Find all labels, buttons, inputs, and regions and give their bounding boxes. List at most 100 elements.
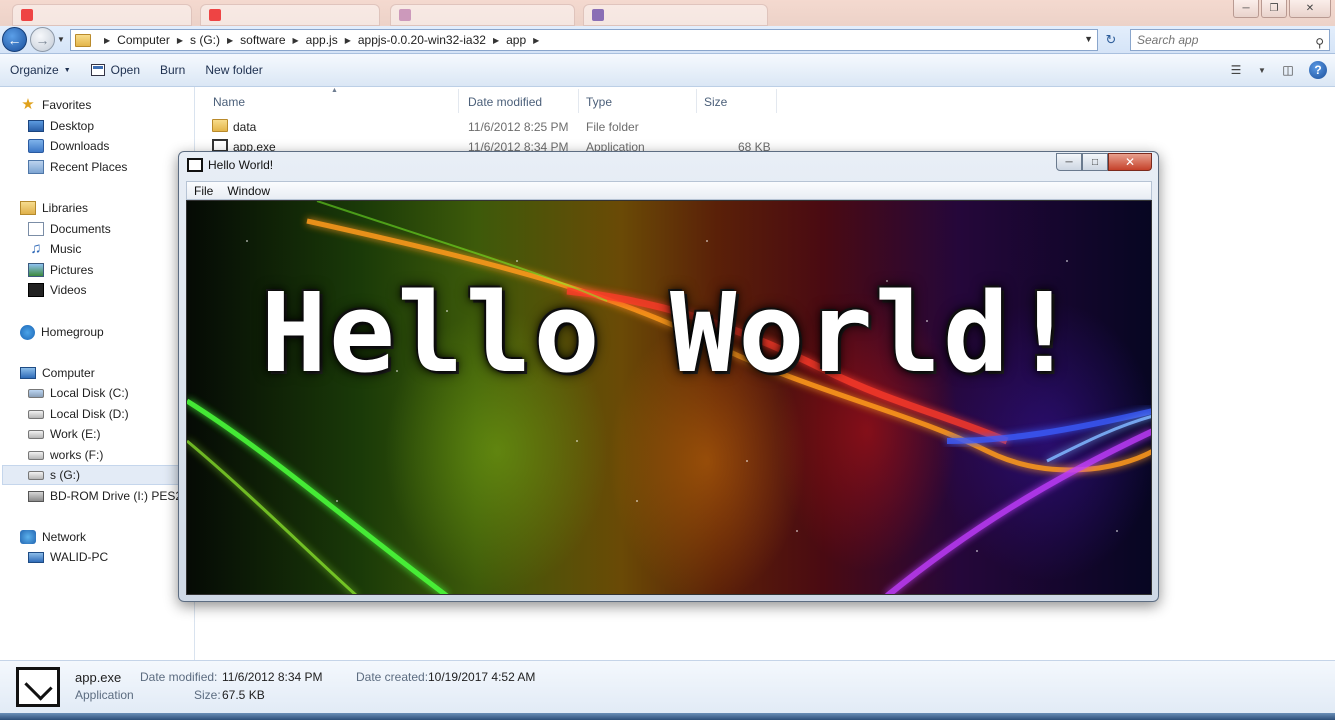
nav-pictures[interactable]: Pictures <box>28 260 93 280</box>
back-button[interactable]: ← <box>2 27 27 52</box>
browser-tab[interactable] <box>12 4 192 26</box>
breadcrumb-computer[interactable]: Computer <box>117 33 170 47</box>
nav-label: s (G:) <box>50 468 80 482</box>
nav-network[interactable]: Network <box>20 527 86 547</box>
chevron-right-icon[interactable]: ▶ <box>227 36 233 45</box>
details-size-value: 67.5 KB <box>222 688 265 702</box>
preview-pane-button[interactable]: ◫ <box>1277 59 1299 81</box>
breadcrumb-software[interactable]: software <box>240 33 285 47</box>
view-dropdown-button[interactable]: ▼ <box>1257 59 1267 81</box>
nav-recent-places[interactable]: Recent Places <box>28 157 127 177</box>
open-button[interactable]: Open <box>81 58 150 82</box>
network-icon <box>20 530 36 544</box>
tab-favicon-icon <box>209 9 221 21</box>
libraries-icon <box>20 201 36 215</box>
minimize-button[interactable]: ─ <box>1056 153 1082 171</box>
documents-icon <box>28 222 44 236</box>
details-date-modified-value: 11/6/2012 8:34 PM <box>222 670 323 684</box>
minimize-button[interactable]: ─ <box>1233 0 1259 18</box>
column-header-name[interactable]: Name <box>213 91 245 113</box>
background-browser-tabstrip: ─ ❐ ✕ <box>0 0 1335 26</box>
tab-favicon-icon <box>21 9 33 21</box>
application-icon <box>90 64 105 76</box>
table-row[interactable]: data 11/6/2012 8:25 PM File folder <box>210 117 780 137</box>
close-button[interactable]: ✕ <box>1108 153 1152 171</box>
column-header-date-modified[interactable]: Date modified <box>468 91 542 113</box>
menu-window[interactable]: Window <box>220 184 277 198</box>
nav-homegroup[interactable]: Homegroup <box>20 322 104 342</box>
nav-drive-d[interactable]: Local Disk (D:) <box>28 404 129 424</box>
nav-walid-pc[interactable]: WALID-PC <box>28 547 108 567</box>
chevron-right-icon[interactable]: ▶ <box>177 36 183 45</box>
burn-button[interactable]: Burn <box>150 58 195 82</box>
address-breadcrumb[interactable]: ▶ Computer ▶ s (G:) ▶ software ▶ app.js … <box>70 29 1098 51</box>
help-button[interactable]: ? <box>1309 61 1327 79</box>
column-divider[interactable] <box>458 89 459 113</box>
browser-tab[interactable] <box>200 4 380 26</box>
nav-label: WALID-PC <box>50 550 109 564</box>
details-date-created-value: 10/19/2017 4:52 AM <box>428 670 536 684</box>
nav-label: Recent Places <box>50 160 128 174</box>
chevron-right-icon[interactable]: ▶ <box>493 36 499 45</box>
nav-downloads[interactable]: Downloads <box>28 136 109 156</box>
nav-drive-c[interactable]: Local Disk (C:) <box>28 383 129 403</box>
view-options-button[interactable]: ☰ <box>1225 59 1247 81</box>
column-divider[interactable] <box>776 89 777 113</box>
chevron-right-icon[interactable]: ▶ <box>293 36 299 45</box>
maximize-button[interactable]: ❐ <box>1261 0 1287 18</box>
nav-computer[interactable]: Computer <box>20 363 95 383</box>
nav-drive-g[interactable]: s (G:) <box>28 465 80 485</box>
nav-label: Documents <box>50 222 111 236</box>
browser-tab[interactable] <box>583 4 768 26</box>
folder-icon <box>75 33 91 47</box>
refresh-button[interactable]: ↻ <box>1101 30 1121 50</box>
nav-desktop[interactable]: Desktop <box>28 116 94 136</box>
maximize-button[interactable]: □ <box>1082 153 1108 171</box>
nav-libraries[interactable]: Libraries <box>20 198 88 218</box>
forward-button[interactable]: → <box>30 27 55 52</box>
details-pane: app.exe Application Date modified: 11/6/… <box>0 660 1335 720</box>
nav-videos[interactable]: Videos <box>28 280 86 300</box>
breadcrumb-appjs-version[interactable]: appjs-0.0.20-win32-ia32 <box>358 33 486 47</box>
chevron-down-icon: ▼ <box>1258 65 1266 75</box>
computer-icon <box>20 367 36 379</box>
close-button[interactable]: ✕ <box>1289 0 1331 18</box>
column-divider[interactable] <box>578 89 579 113</box>
nav-drive-i[interactable]: BD-ROM Drive (I:) PES201 <box>28 486 195 506</box>
recent-pages-dropdown-icon[interactable]: ▼ <box>57 35 65 44</box>
menu-file[interactable]: File <box>187 184 220 198</box>
nav-drive-f[interactable]: works (F:) <box>28 445 103 465</box>
hard-disk-icon <box>28 450 44 460</box>
nav-drive-e[interactable]: Work (E:) <box>28 424 100 444</box>
application-icon <box>16 667 60 707</box>
nav-documents[interactable]: Documents <box>28 219 111 239</box>
browser-tab[interactable] <box>390 4 575 26</box>
downloads-icon <box>28 139 44 153</box>
videos-icon <box>28 283 44 297</box>
chevron-right-icon[interactable]: ▶ <box>533 36 539 45</box>
column-divider[interactable] <box>696 89 697 113</box>
details-filename: app.exe <box>75 670 122 685</box>
nav-label: Local Disk (D:) <box>50 407 129 421</box>
column-header-type[interactable]: Type <box>586 91 612 113</box>
chevron-right-icon[interactable]: ▶ <box>345 36 351 45</box>
nav-music[interactable]: ♫ Music <box>28 239 81 259</box>
window-titlebar[interactable]: Hello World! ─ □ ✕ <box>179 152 1158 178</box>
music-icon: ♫ <box>30 240 42 257</box>
address-history-dropdown-icon[interactable]: ▼ <box>1084 34 1093 44</box>
nav-favorites[interactable]: ★ Favorites <box>20 95 91 115</box>
breadcrumb-appjs[interactable]: app.js <box>306 33 338 47</box>
search-icon[interactable]: ⚲ <box>1315 33 1324 53</box>
breadcrumb-drive-g[interactable]: s (G:) <box>190 33 220 47</box>
toolbar-right: ☰ ▼ ◫ ? <box>1225 59 1327 81</box>
breadcrumb-app[interactable]: app <box>506 33 526 47</box>
nav-label: Music <box>50 242 82 256</box>
help-icon: ? <box>1314 63 1322 77</box>
tab-favicon-icon <box>592 9 604 21</box>
chevron-down-icon: ▼ <box>63 66 71 74</box>
hard-disk-icon <box>28 429 44 439</box>
search-input[interactable] <box>1137 33 1307 47</box>
organize-button[interactable]: Organize ▼ <box>0 58 81 82</box>
column-header-size[interactable]: Size <box>704 91 727 113</box>
new-folder-button[interactable]: New folder <box>195 58 272 82</box>
